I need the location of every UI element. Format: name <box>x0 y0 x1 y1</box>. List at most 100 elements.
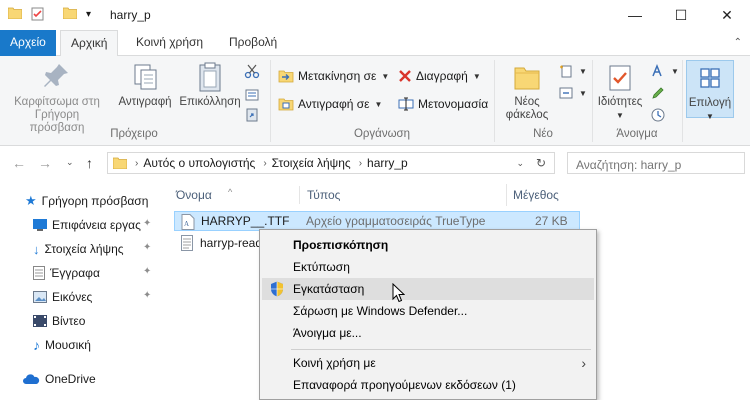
open-button[interactable]: ▼ <box>650 60 679 82</box>
recent-locations-icon[interactable]: ⌄ <box>66 157 74 168</box>
maximize-button[interactable]: ☐ <box>658 0 704 30</box>
tab-home[interactable]: Αρχική <box>60 30 119 57</box>
edit-button[interactable] <box>650 82 666 104</box>
menu-item-open-with[interactable]: Άνοιγμα με... <box>262 322 594 344</box>
nav-item-label: Εικόνες <box>52 290 93 304</box>
new-folder-button[interactable]: Νέος φάκελος <box>500 60 554 122</box>
up-arrow-icon[interactable]: ↑ <box>86 155 93 171</box>
chevron-right-icon: › <box>581 355 586 371</box>
menu-item-print[interactable]: Εκτύπωση <box>262 256 594 278</box>
customize-quick-access-icon[interactable]: ▾ <box>86 9 91 20</box>
breadcrumb-this-pc[interactable]: Αυτός ο υπολογιστής <box>143 156 255 170</box>
chevron-right-icon: › <box>135 157 139 169</box>
properties-label: Ιδιότητες <box>597 96 643 108</box>
chevron-down-icon: ▼ <box>616 111 624 120</box>
menu-item-restore-versions[interactable]: Επαναφορά προηγούμενων εκδόσεων (1) <box>262 374 594 396</box>
close-button[interactable]: ✕ <box>704 0 750 30</box>
nav-item-quick-access[interactable]: ★ Γρήγορη πρόσβαση <box>25 190 148 212</box>
chevron-right-icon[interactable]: › <box>359 158 362 169</box>
move-to-button[interactable]: Μετακίνηση σε ▼ <box>278 65 389 87</box>
nav-item-desktop[interactable]: Επιφάνεια εργας <box>33 214 141 236</box>
open-icon <box>652 63 662 77</box>
chevron-up-icon[interactable]: ⌃ <box>734 37 742 48</box>
clipboard-group-label: Πρόχειρο <box>110 128 158 140</box>
column-header-type[interactable]: Τύπος <box>301 184 507 206</box>
video-icon <box>33 315 47 327</box>
cloud-icon <box>23 373 40 384</box>
breadcrumb-harry-p[interactable]: harry_p <box>367 156 408 170</box>
document-icon <box>33 266 45 280</box>
menu-item-install[interactable]: Εγκατάσταση <box>262 278 594 300</box>
folder-icon <box>113 157 127 169</box>
copy-to-label: Αντιγραφή σε <box>298 97 370 111</box>
pin-quick-access-button[interactable]: Καρφίτσωμα στη Γρήγορη πρόσβαση <box>6 60 108 135</box>
file-type: Αρχείο γραμματοσειράς TrueType <box>306 214 486 228</box>
forward-arrow-icon[interactable]: → <box>38 155 52 171</box>
menu-item-preview[interactable]: Προεπισκόπηση <box>262 234 594 256</box>
move-to-label: Μετακίνηση σε <box>298 69 377 83</box>
tab-share[interactable]: Κοινή χρήση <box>126 30 213 56</box>
delete-button[interactable]: Διαγραφή ▼ <box>398 65 481 87</box>
history-icon <box>651 108 665 122</box>
file-size: 27 KB <box>535 214 568 228</box>
cut-button[interactable] <box>244 60 260 82</box>
refresh-icon[interactable]: ↻ <box>536 156 546 170</box>
new-item-icon <box>560 65 572 78</box>
nav-item-videos[interactable]: Βίντεο <box>33 310 85 332</box>
chevron-right-icon[interactable]: › <box>263 158 266 169</box>
properties-icon <box>605 60 635 94</box>
chevron-down-icon: ▼ <box>579 88 587 98</box>
nav-item-downloads[interactable]: ↓ Στοιχεία λήψης <box>33 238 124 260</box>
select-button[interactable]: Επιλογή ▼ <box>686 60 734 121</box>
file-name: HARRYP__.TTF <box>201 214 290 228</box>
file-name: harryp-read <box>200 236 263 250</box>
copy-path-button[interactable] <box>244 84 260 106</box>
new-group-label: Νέο <box>533 128 553 140</box>
pin-icon[interactable]: ✦ <box>143 266 151 277</box>
pin-icon[interactable]: ✦ <box>143 290 151 301</box>
column-divider <box>299 186 300 204</box>
context-menu: Προεπισκόπηση Εκτύπωση Εγκατάσταση Σάρωσ… <box>259 229 597 400</box>
pin-icon[interactable]: ✦ <box>143 242 151 253</box>
pin-icon <box>42 60 72 94</box>
nav-item-onedrive[interactable]: OneDrive <box>22 368 96 390</box>
copy-to-icon <box>278 98 294 111</box>
address-dropdown-icon[interactable]: ⌄ <box>516 158 524 169</box>
pin-label-1: Καρφίτσωμα στη <box>14 96 100 108</box>
history-button[interactable] <box>650 104 666 126</box>
paste-shortcut-button[interactable] <box>244 104 260 126</box>
address-bar[interactable]: › Αυτός ο υπολογιστής › Στοιχεία λήψης ›… <box>107 152 555 174</box>
pin-icon[interactable]: ✦ <box>143 218 151 229</box>
paste-button[interactable]: Επικόλληση <box>178 60 242 109</box>
tab-view[interactable]: Προβολή <box>219 30 287 56</box>
nav-item-label: Στοιχεία λήψης <box>44 242 124 256</box>
tab-file[interactable]: Αρχείο <box>0 30 56 56</box>
column-header-size[interactable]: Μέγεθος <box>507 184 587 206</box>
chevron-down-icon: ▼ <box>671 66 679 76</box>
copy-label: Αντιγραφή <box>118 96 172 108</box>
back-arrow-icon[interactable]: ← <box>12 155 26 171</box>
copy-button[interactable]: Αντιγραφή <box>114 60 176 109</box>
nav-item-music[interactable]: ♪ Μουσική <box>33 334 91 356</box>
properties-button[interactable]: Ιδιότητες ▼ <box>594 60 646 122</box>
search-input[interactable] <box>567 152 745 174</box>
menu-item-share-with[interactable]: Κοινή χρήση με › <box>262 352 594 374</box>
new-folder-quick-icon[interactable] <box>63 7 77 19</box>
group-separator <box>682 60 683 142</box>
copy-to-button[interactable]: Αντιγραφή σε ▼ <box>278 93 382 115</box>
window-title: harry_p <box>110 8 151 22</box>
new-item-button[interactable]: ▼ <box>558 60 587 82</box>
table-row[interactable]: A HARRYP__.TTF Αρχείο γραμματοσειράς Tru… <box>174 211 580 231</box>
minimize-button[interactable]: — <box>612 0 658 30</box>
rename-button[interactable]: Μετονομασία <box>398 93 488 115</box>
paste-label: Επικόλληση <box>179 96 241 108</box>
easy-access-button[interactable]: ▼ <box>558 82 587 104</box>
breadcrumb-downloads[interactable]: Στοιχεία λήψης <box>272 156 351 170</box>
move-to-icon <box>278 70 294 83</box>
nav-item-pictures[interactable]: Εικόνες <box>33 286 92 308</box>
nav-item-documents[interactable]: Έγγραφα <box>33 262 100 284</box>
nav-item-label: Επιφάνεια εργας <box>52 218 141 232</box>
properties-quick-icon[interactable] <box>31 7 45 21</box>
column-header-name[interactable]: ^ Όνομα <box>170 184 300 206</box>
menu-item-defender-scan[interactable]: Σάρωση με Windows Defender... <box>262 300 594 322</box>
